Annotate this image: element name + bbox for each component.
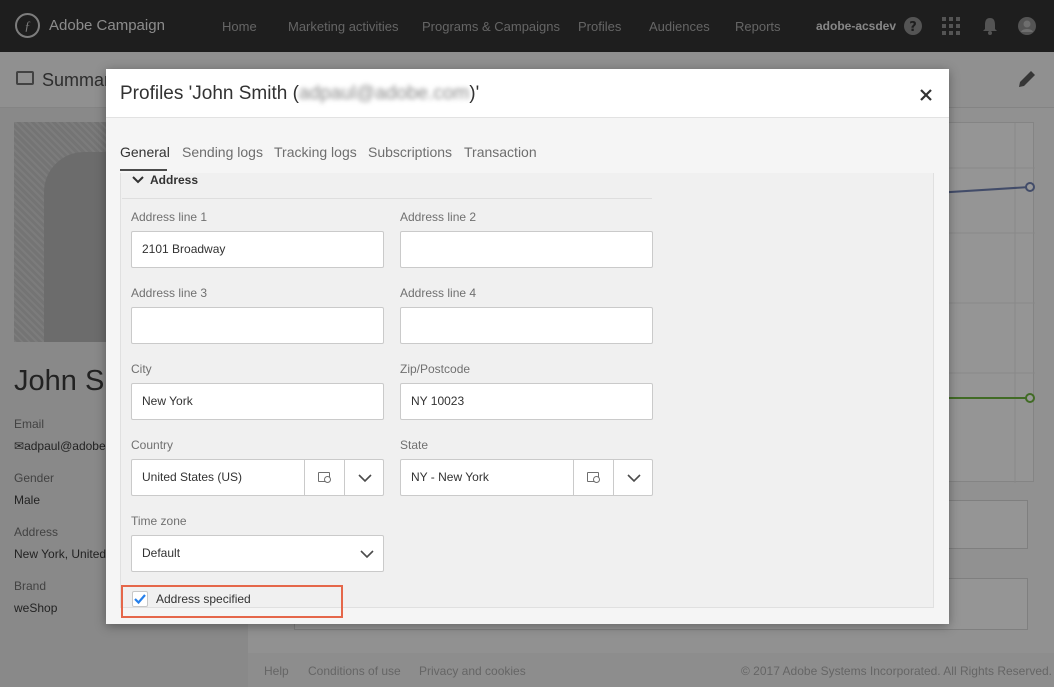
address-line-2-label: Address line 2	[400, 210, 477, 224]
address-line-4-label: Address line 4	[400, 286, 477, 300]
tab-transaction[interactable]: Transaction	[464, 144, 537, 160]
dialog-title: Profiles 'John Smith (adpaul@adobe.com)'	[120, 83, 479, 105]
country-dropdown-button[interactable]	[344, 460, 383, 495]
tab-subscriptions[interactable]: Subscriptions	[368, 144, 452, 160]
state-picker-button[interactable]	[573, 460, 613, 495]
timezone-select[interactable]: Default	[131, 535, 384, 572]
address-specified-checkbox[interactable]	[132, 591, 148, 607]
address-section-toggle[interactable]: Address	[132, 173, 198, 187]
city-input[interactable]: New York	[131, 383, 384, 420]
dialog-header: Profiles 'John Smith (adpaul@adobe.com)'	[106, 69, 949, 118]
active-tab-indicator	[120, 169, 167, 171]
city-label: City	[131, 362, 152, 376]
timezone-value: Default	[142, 546, 181, 560]
folder-picker-icon	[318, 472, 331, 483]
zip-input[interactable]: NY 10023	[400, 383, 653, 420]
section-divider	[122, 198, 652, 199]
country-picker-button[interactable]	[304, 460, 344, 495]
address-line-1-input[interactable]: 2101 Broadway	[131, 231, 384, 268]
tab-general[interactable]: General	[120, 144, 170, 160]
country-label: Country	[131, 438, 174, 452]
state-field: NY - New York	[400, 459, 653, 496]
address-section-title: Address	[150, 173, 199, 187]
dialog-title-prefix: Profiles 'John Smith (	[120, 83, 299, 104]
checkmark-icon	[134, 594, 146, 605]
timezone-label: Time zone	[131, 514, 187, 528]
address-specified-label[interactable]: Address specified	[156, 592, 251, 606]
close-button[interactable]	[914, 83, 938, 107]
chevron-down-icon	[360, 550, 374, 559]
state-label: State	[400, 438, 429, 452]
dialog-title-suffix: )'	[469, 83, 480, 104]
address-line-2-input[interactable]	[400, 231, 653, 268]
zip-label: Zip/Postcode	[400, 362, 471, 376]
state-dropdown-button[interactable]	[613, 460, 652, 495]
tab-tracking-logs[interactable]: Tracking logs	[274, 144, 357, 160]
tab-sending-logs[interactable]: Sending logs	[182, 144, 263, 160]
country-field: United States (US)	[131, 459, 384, 496]
country-value[interactable]: United States (US)	[132, 470, 242, 484]
folder-picker-icon	[587, 472, 600, 483]
chevron-down-icon	[627, 474, 641, 483]
profile-dialog: Profiles 'John Smith (adpaul@adobe.com)'…	[106, 69, 949, 624]
dialog-title-email: adpaul@adobe.com	[298, 83, 470, 104]
address-line-3-input[interactable]	[131, 307, 384, 344]
state-value[interactable]: NY - New York	[401, 470, 489, 484]
address-line-3-label: Address line 3	[131, 286, 208, 300]
close-icon	[920, 89, 932, 101]
address-line-4-input[interactable]	[400, 307, 653, 344]
address-line-1-label: Address line 1	[131, 210, 208, 224]
chevron-down-icon	[132, 176, 144, 184]
chevron-down-icon	[358, 474, 372, 483]
